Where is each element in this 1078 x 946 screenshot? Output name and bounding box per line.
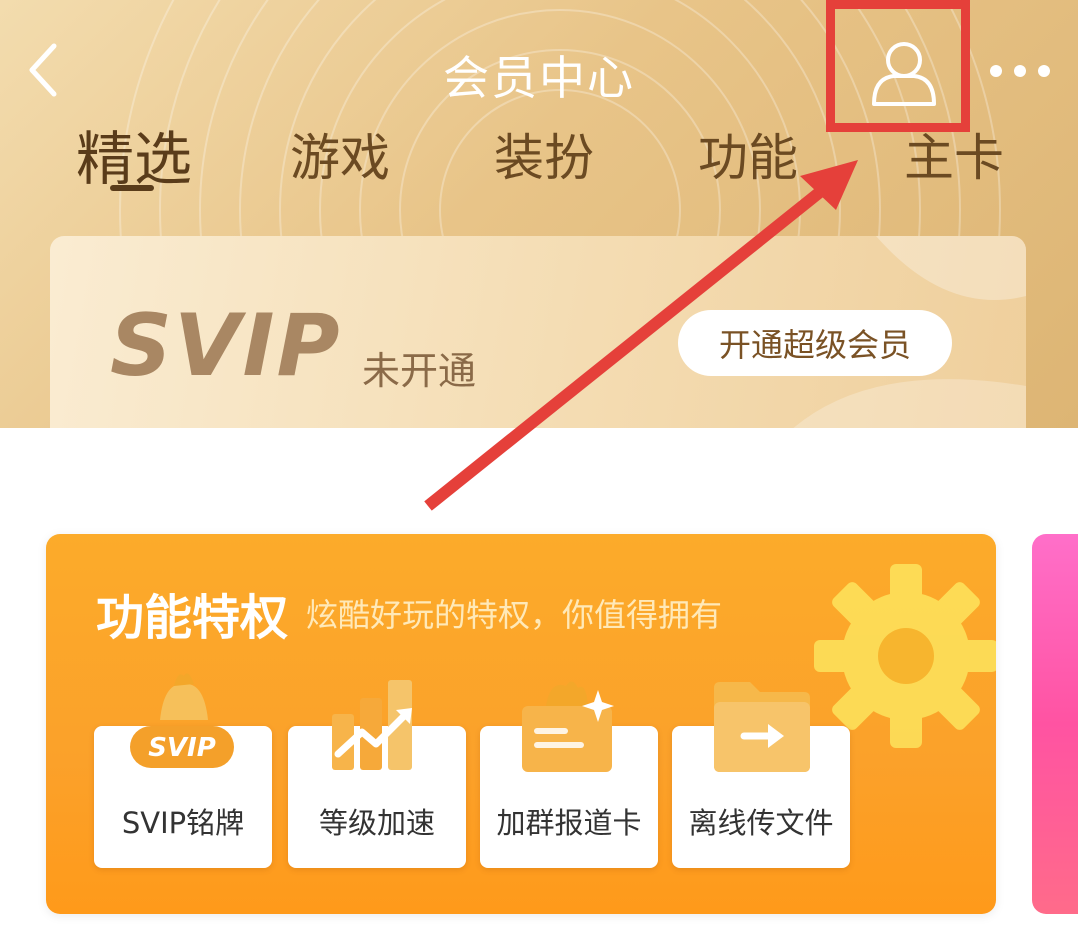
- annotation-arrow: [424, 160, 858, 511]
